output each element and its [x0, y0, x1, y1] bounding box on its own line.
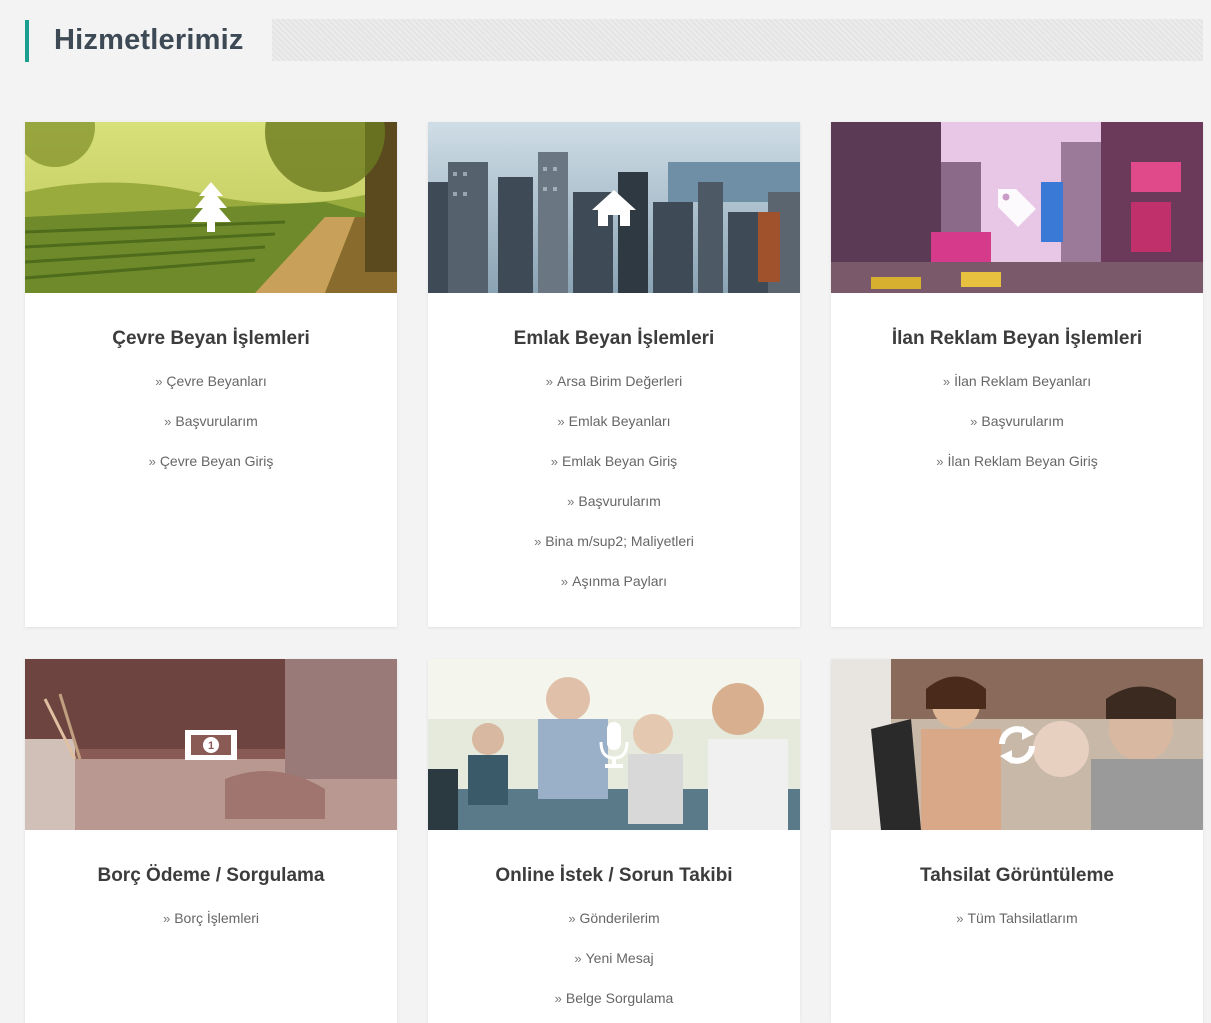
- card-image-writing[interactable]: 1: [25, 659, 397, 830]
- arrow-right-icon: »: [942, 374, 951, 389]
- card-link-item[interactable]: » Arsa Birim Değerleri: [428, 373, 800, 390]
- arrow-right-icon: »: [970, 414, 978, 429]
- arrow-right-icon: »: [164, 414, 172, 429]
- arrow-right-icon: »: [560, 574, 569, 589]
- arrow-right-icon: »: [568, 911, 576, 926]
- link-arsa-birim-degerleri[interactable]: Arsa Birim Değerleri: [557, 373, 682, 389]
- arrow-right-icon: »: [534, 534, 542, 549]
- link-emlak-beyan-giris[interactable]: Emlak Beyan Giriş: [562, 453, 677, 469]
- card-link-item[interactable]: » Tüm Tahsilatlarım: [831, 910, 1203, 927]
- link-bina-maliyetleri[interactable]: Bina m/sup2; Maliyetleri: [545, 533, 694, 549]
- card-link-list: » Arsa Birim Değerleri » Emlak Beyanları »…: [428, 373, 800, 590]
- card-link-list: » Gönderilerim » Yeni Mesaj » Belge Sorgula…: [428, 910, 800, 1007]
- link-ilan-reklam-beyan-giris[interactable]: İlan Reklam Beyan Giriş: [948, 453, 1098, 469]
- card-online-istek: Online İstek / Sorun Takibi » Gönderileri…: [428, 659, 800, 1023]
- link-basvurularim[interactable]: Başvurularım: [175, 413, 257, 429]
- money-bill-icon: 1: [183, 717, 239, 773]
- link-cevre-beyanlari[interactable]: Çevre Beyanları: [166, 373, 266, 389]
- card-emlak-beyan: Emlak Beyan İşlemleri » Arsa Birim Değerl…: [428, 122, 800, 627]
- card-link-list: » İlan Reklam Beyanları » Başvurularım » İl…: [831, 373, 1203, 470]
- link-belge-sorgulama[interactable]: Belge Sorgulama: [566, 990, 673, 1006]
- arrow-right-icon: »: [545, 374, 553, 389]
- tree-icon: [183, 180, 239, 236]
- card-link-item[interactable]: » Bina m/sup2; Maliyetleri: [428, 533, 800, 550]
- microphone-icon: [586, 717, 642, 773]
- card-link-item[interactable]: » Çevre Beyanları: [25, 373, 397, 390]
- card-link-item[interactable]: » Borç İşlemleri: [25, 910, 397, 927]
- arrow-right-icon: »: [148, 454, 156, 469]
- card-link-item[interactable]: » İlan Reklam Beyan Giriş: [831, 453, 1203, 470]
- card-image-city[interactable]: [428, 122, 800, 293]
- arrow-right-icon: »: [557, 414, 565, 429]
- arrow-right-icon: »: [155, 374, 163, 389]
- link-emlak-beyanlari[interactable]: Emlak Beyanları: [569, 413, 671, 429]
- link-ilan-reklam-beyanlari[interactable]: İlan Reklam Beyanları: [954, 373, 1091, 389]
- home-icon: [586, 180, 642, 236]
- header-accent-bar: [25, 20, 29, 62]
- card-image-vineyard[interactable]: [25, 122, 397, 293]
- card-cevre-beyan: Çevre Beyan İşlemleri » Çevre Beyanları »…: [25, 122, 397, 627]
- card-link-item[interactable]: » Başvurularım: [428, 493, 800, 510]
- card-title: Tahsilat Görüntüleme: [920, 865, 1114, 886]
- card-link-item[interactable]: » Başvurularım: [25, 413, 397, 430]
- card-link-item[interactable]: » Çevre Beyan Giriş: [25, 453, 397, 470]
- arrow-right-icon: »: [574, 951, 582, 966]
- tag-icon: [989, 180, 1045, 236]
- card-image-office[interactable]: [831, 659, 1203, 830]
- card-link-item[interactable]: » Gönderilerim: [428, 910, 800, 927]
- link-yeni-mesaj[interactable]: Yeni Mesaj: [586, 950, 654, 966]
- arrow-right-icon: »: [936, 454, 944, 469]
- link-gonderilerim[interactable]: Gönderilerim: [580, 910, 660, 926]
- card-link-list: » Borç İşlemleri: [25, 910, 397, 927]
- link-cevre-beyan-giris[interactable]: Çevre Beyan Giriş: [160, 453, 274, 469]
- card-link-item[interactable]: » Başvurularım: [831, 413, 1203, 430]
- card-title: Borç Ödeme / Sorgulama: [97, 865, 325, 886]
- card-link-item[interactable]: » İlan Reklam Beyanları: [831, 373, 1203, 390]
- card-link-item[interactable]: » Emlak Beyan Giriş: [428, 453, 800, 470]
- card-link-list: » Çevre Beyanları » Başvurularım » Çevre Be…: [25, 373, 397, 470]
- card-ilan-reklam-beyan: İlan Reklam Beyan İşlemleri » İlan Reklam…: [831, 122, 1203, 627]
- card-title: İlan Reklam Beyan İşlemleri: [891, 328, 1143, 349]
- arrow-right-icon: »: [567, 494, 575, 509]
- card-image-call-center[interactable]: [428, 659, 800, 830]
- card-tahsilat: Tahsilat Görüntüleme » Tüm Tahsilatlarım: [831, 659, 1203, 1023]
- card-link-item[interactable]: » Belge Sorgulama: [428, 990, 800, 1007]
- section-header: Hizmetlerimiz: [25, 17, 1203, 62]
- card-title: Emlak Beyan İşlemleri: [513, 328, 715, 349]
- arrow-right-icon: »: [550, 454, 559, 469]
- link-borc-islemleri[interactable]: Borç İşlemleri: [174, 910, 259, 926]
- arrow-right-icon: »: [162, 911, 171, 926]
- card-image-times-square[interactable]: [831, 122, 1203, 293]
- svg-text:1: 1: [208, 740, 214, 752]
- link-basvurularim[interactable]: Başvurularım: [981, 413, 1063, 429]
- link-basvurularim[interactable]: Başvurularım: [578, 493, 660, 509]
- arrow-right-icon: »: [956, 911, 964, 926]
- card-link-list: » Tüm Tahsilatlarım: [831, 910, 1203, 927]
- card-title: Çevre Beyan İşlemleri: [112, 328, 310, 349]
- card-link-item[interactable]: » Yeni Mesaj: [428, 950, 800, 967]
- refresh-icon: [989, 717, 1045, 773]
- link-tum-tahsilatlarim[interactable]: Tüm Tahsilatlarım: [968, 910, 1078, 926]
- arrow-right-icon: »: [554, 991, 562, 1006]
- link-asinma-paylari[interactable]: Aşınma Payları: [572, 573, 667, 589]
- card-borc-odeme: 1 Borç Ödeme / Sorgulama » Borç İşlemleri: [25, 659, 397, 1023]
- card-title: Online İstek / Sorun Takibi: [495, 865, 733, 886]
- page-title: Hizmetlerimiz: [54, 24, 244, 56]
- card-link-item[interactable]: » Aşınma Payları: [428, 573, 800, 590]
- card-link-item[interactable]: » Emlak Beyanları: [428, 413, 800, 430]
- header-stripes: [272, 19, 1203, 61]
